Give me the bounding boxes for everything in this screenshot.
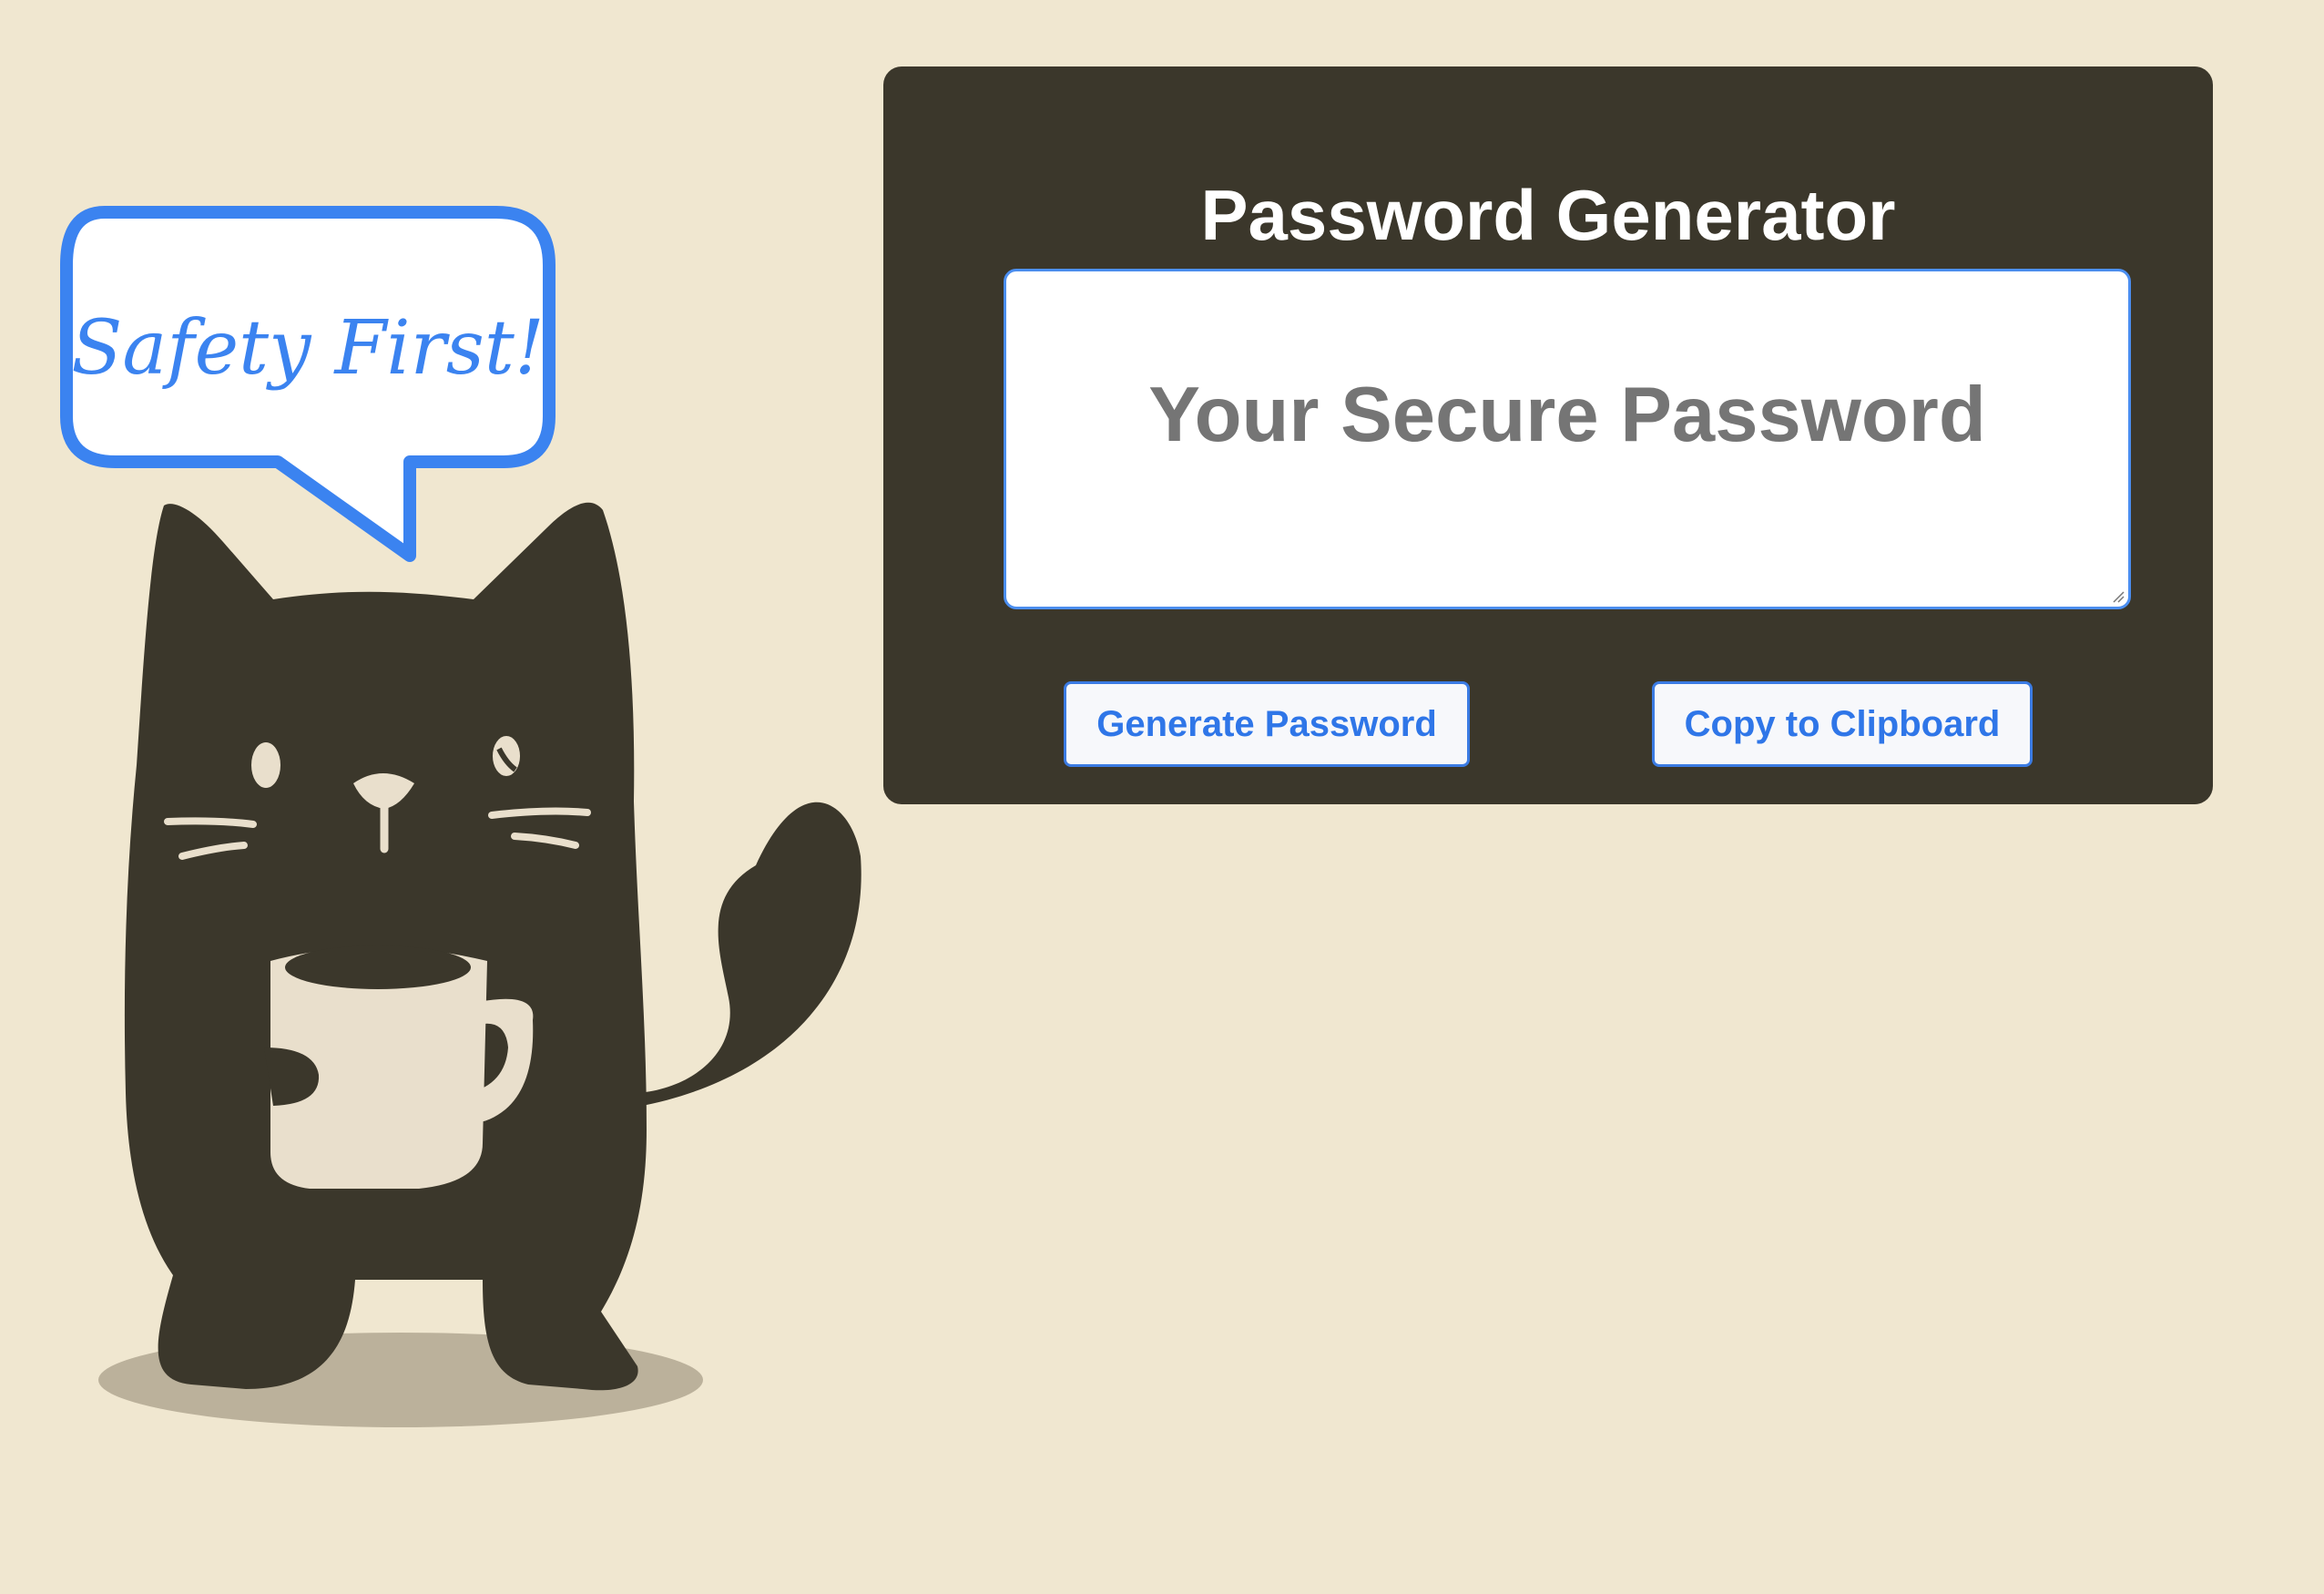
cat-tail bbox=[637, 802, 861, 1107]
cat-left-eye bbox=[251, 742, 280, 788]
speech-bubble-text: Safety First! bbox=[71, 305, 545, 392]
page-title: Password Generator bbox=[1200, 175, 1896, 255]
speech-bubble: Safety First! bbox=[60, 206, 556, 562]
password-output-textarea[interactable]: Your Secure Password bbox=[1004, 269, 2131, 609]
generate-password-button[interactable]: Generate Password bbox=[1064, 681, 1470, 767]
cat-illustration: Safety First! bbox=[60, 206, 861, 1427]
password-placeholder: Your Secure Password bbox=[1148, 372, 1986, 458]
copy-to-clipboard-button[interactable]: Copy to Clipboard bbox=[1652, 681, 2033, 767]
resize-grip-icon[interactable] bbox=[2110, 588, 2125, 603]
